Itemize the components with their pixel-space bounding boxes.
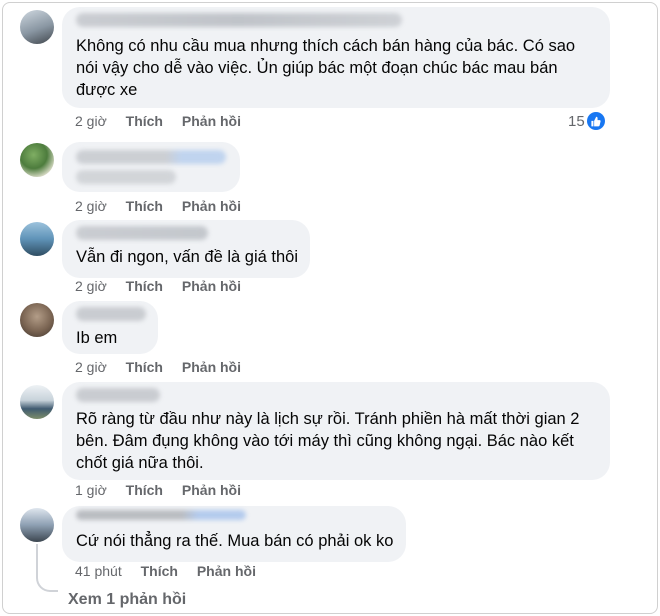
comment-time[interactable]: 1 giờ: [75, 482, 107, 498]
reply-button[interactable]: Phản hồi: [182, 198, 241, 214]
comment-bubble: Ib em: [62, 301, 158, 354]
comment-text: Rõ ràng từ đầu như này là lịch sự rồi. T…: [76, 410, 580, 472]
comment-text: [76, 170, 176, 184]
comment-actions: 2 giờ Thích Phản hồi: [75, 113, 256, 129]
reply-button[interactable]: Phản hồi: [182, 359, 241, 375]
comment-time[interactable]: 41 phút: [75, 563, 122, 579]
comment-text: Cứ nói thẳng ra thế. Mua bán có phải ok …: [76, 532, 394, 550]
view-replies-link[interactable]: Xem 1 phản hồi: [68, 591, 186, 609]
like-button[interactable]: Thích: [141, 563, 178, 579]
avatar[interactable]: [20, 222, 54, 256]
reaction-number: 15: [568, 112, 585, 130]
author-name[interactable]: [76, 13, 402, 27]
comment-actions: 2 giờ Thích Phản hồi: [75, 359, 256, 375]
comment-time[interactable]: 2 giờ: [75, 198, 107, 214]
avatar[interactable]: [20, 508, 54, 542]
author-name[interactable]: [76, 307, 146, 321]
comment-text: Vẫn đi ngon, vấn đề là giá thôi: [76, 248, 299, 266]
comment-actions: 1 giờ Thích Phản hồi: [75, 482, 256, 498]
comment-bubble: Rõ ràng từ đầu như này là lịch sự rồi. T…: [62, 382, 610, 480]
avatar[interactable]: [20, 143, 54, 177]
comment-time[interactable]: 2 giờ: [75, 113, 107, 129]
reply-button[interactable]: Phản hồi: [182, 278, 241, 294]
reaction-count[interactable]: 15: [568, 112, 605, 130]
comment-actions: 2 giờ Thích Phản hồi: [75, 278, 256, 294]
author-name[interactable]: [76, 510, 246, 520]
comment-time[interactable]: 2 giờ: [75, 359, 107, 375]
avatar[interactable]: [20, 10, 54, 44]
avatar[interactable]: [20, 303, 54, 337]
reply-thread-line: [36, 544, 58, 592]
author-name[interactable]: [76, 388, 160, 402]
comment-bubble: Không có nhu cầu mua nhưng thích cách bá…: [62, 7, 610, 108]
like-button[interactable]: Thích: [126, 359, 163, 375]
comment-bubble: Cứ nói thẳng ra thế. Mua bán có phải ok …: [62, 506, 406, 562]
avatar[interactable]: [20, 385, 54, 419]
comment-text: Không có nhu cầu mua nhưng thích cách bá…: [76, 37, 576, 99]
comment-bubble: Vẫn đi ngon, vấn đề là giá thôi: [62, 220, 310, 278]
comment-bubble: [62, 142, 240, 192]
like-button[interactable]: Thích: [126, 278, 163, 294]
like-reaction-icon: [586, 112, 605, 130]
author-name[interactable]: [76, 150, 226, 164]
author-name[interactable]: [76, 226, 208, 240]
comment-text: Ib em: [76, 329, 118, 347]
reply-button[interactable]: Phản hồi: [182, 482, 241, 498]
like-button[interactable]: Thích: [126, 113, 163, 129]
reply-button[interactable]: Phản hồi: [197, 563, 256, 579]
like-button[interactable]: Thích: [126, 482, 163, 498]
comment-actions: 2 giờ Thích Phản hồi: [75, 198, 256, 214]
comment-actions: 41 phút Thích Phản hồi: [75, 563, 271, 579]
like-button[interactable]: Thích: [126, 198, 163, 214]
reply-button[interactable]: Phản hồi: [182, 113, 241, 129]
comment-time[interactable]: 2 giờ: [75, 278, 107, 294]
